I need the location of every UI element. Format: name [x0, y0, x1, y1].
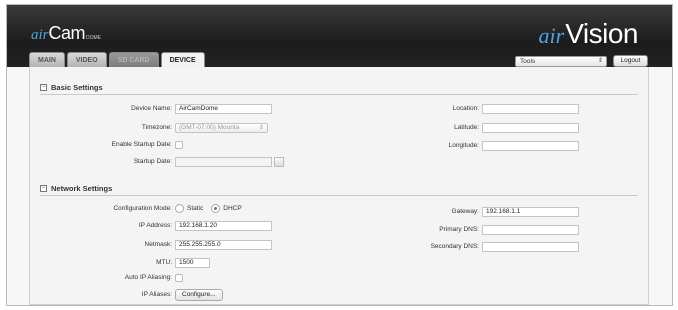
- primary-dns-row: Primary DNS:: [410, 224, 579, 235]
- dhcp-radio-label: DHCP: [223, 205, 242, 212]
- device-name-input[interactable]: AirCamDome: [175, 103, 272, 114]
- device-name-label: Device Name:: [131, 105, 172, 112]
- logout-button[interactable]: Logout: [613, 55, 648, 67]
- location-input[interactable]: [482, 103, 579, 114]
- ip-address-input[interactable]: 192.168.1.20: [175, 220, 272, 231]
- ip-address-label: IP Address:: [138, 222, 172, 229]
- enable-startup-date-row: Enable Startup Date:: [80, 139, 183, 150]
- auto-ip-aliasing-checkbox[interactable]: [175, 273, 183, 282]
- static-radio-label: Static: [187, 205, 204, 212]
- section-divider: [40, 94, 638, 95]
- timezone-value: (GMT-07:00) Mounta: [179, 123, 240, 131]
- netmask-input[interactable]: 255.255.255.0: [175, 239, 272, 250]
- basic-settings-header[interactable]: − Basic Settings: [40, 83, 640, 92]
- static-radio[interactable]: [175, 204, 184, 213]
- timezone-row: Timezone: (GMT-07:00) Mounta ⇕: [80, 122, 268, 133]
- latitude-input[interactable]: [482, 122, 579, 133]
- ip-aliases-label: IP Aliases:: [141, 291, 172, 298]
- network-settings-header[interactable]: − Network Settings: [40, 184, 640, 193]
- aircam-brand-logo: air Cam DOME: [31, 23, 101, 44]
- brand-sub-text: DOME: [86, 35, 102, 41]
- longitude-label: Longitude:: [448, 142, 479, 149]
- auto-ip-aliasing-label: Auto IP Aliasing:: [124, 274, 172, 281]
- tab-device[interactable]: DEVICE: [160, 52, 205, 68]
- startup-date-row: Startup Date:: [80, 156, 284, 167]
- ip-address-row: IP Address: 192.168.1.20: [80, 220, 272, 231]
- collapse-icon[interactable]: −: [40, 84, 47, 91]
- mtu-label: MTU:: [156, 259, 172, 266]
- basic-settings-title: Basic Settings: [51, 83, 103, 92]
- primary-dns-label: Primary DNS:: [439, 226, 479, 233]
- device-name-row: Device Name: AirCamDome: [80, 103, 272, 114]
- gateway-label: Gateway:: [451, 208, 479, 215]
- tools-select[interactable]: Tools ⇕: [515, 56, 607, 67]
- device-settings-panel: − Basic Settings Device Name: AirCamDome…: [29, 67, 649, 305]
- select-arrows-icon: ⇕: [597, 58, 603, 64]
- brand-air-text: air: [31, 27, 49, 43]
- calendar-icon[interactable]: [274, 156, 284, 167]
- tab-video[interactable]: VIDEO: [66, 52, 107, 67]
- gateway-row: Gateway: 192.168.1.1: [410, 206, 579, 217]
- longitude-row: Longitude:: [410, 140, 579, 151]
- primary-dns-input[interactable]: [482, 224, 579, 235]
- header-bar: air Cam DOME air Vision MAIN VIDEO SD CA…: [7, 5, 672, 68]
- location-row: Location:: [410, 103, 579, 114]
- secondary-dns-row: Secondary DNS:: [410, 241, 579, 252]
- startup-date-label: Startup Date:: [133, 158, 172, 165]
- timezone-select[interactable]: (GMT-07:00) Mounta ⇕: [175, 122, 268, 133]
- enable-startup-date-checkbox[interactable]: [175, 140, 183, 149]
- latitude-label: Latitude:: [454, 124, 479, 131]
- netmask-label: Netmask:: [144, 241, 172, 248]
- network-settings-title: Network Settings: [51, 184, 113, 193]
- configure-button[interactable]: Configure...: [175, 288, 223, 301]
- tab-main[interactable]: MAIN: [29, 52, 65, 67]
- netmask-row: Netmask: 255.255.255.0: [80, 239, 272, 250]
- timezone-label: Timezone:: [141, 124, 172, 131]
- section-divider: [40, 195, 638, 196]
- app-window: air Cam DOME air Vision MAIN VIDEO SD CA…: [6, 4, 673, 306]
- brand-name-text: Cam: [48, 23, 86, 43]
- enable-startup-date-label: Enable Startup Date:: [111, 141, 172, 148]
- airvision-logo: air Vision: [538, 18, 639, 50]
- configuration-mode-label: Configuration Mode:: [113, 205, 172, 212]
- mtu-input[interactable]: 1500: [175, 257, 210, 268]
- tab-sd-card: SD CARD: [108, 52, 159, 67]
- startup-date-input[interactable]: [175, 156, 272, 167]
- location-label: Location:: [452, 105, 479, 112]
- secondary-dns-input[interactable]: [482, 241, 579, 252]
- gateway-input[interactable]: 192.168.1.1: [482, 206, 579, 217]
- longitude-input[interactable]: [482, 140, 579, 151]
- tools-select-label: Tools: [520, 58, 536, 65]
- mtu-row: MTU: 1500: [80, 257, 210, 268]
- ip-aliases-row: IP Aliases: Configure...: [80, 288, 223, 301]
- collapse-icon[interactable]: −: [40, 185, 47, 192]
- dhcp-radio[interactable]: [211, 204, 221, 213]
- tab-bar: MAIN VIDEO SD CARD DEVICE: [29, 52, 205, 68]
- configuration-mode-row: Configuration Mode: Static DHCP: [80, 203, 250, 214]
- logo-air-text: air: [538, 23, 565, 48]
- latitude-row: Latitude:: [410, 122, 579, 133]
- logo-name-text: Vision: [565, 18, 638, 49]
- secondary-dns-label: Secondary DNS:: [430, 243, 479, 250]
- auto-ip-aliasing-row: Auto IP Aliasing:: [80, 272, 183, 283]
- select-arrows-icon: ⇕: [258, 124, 264, 131]
